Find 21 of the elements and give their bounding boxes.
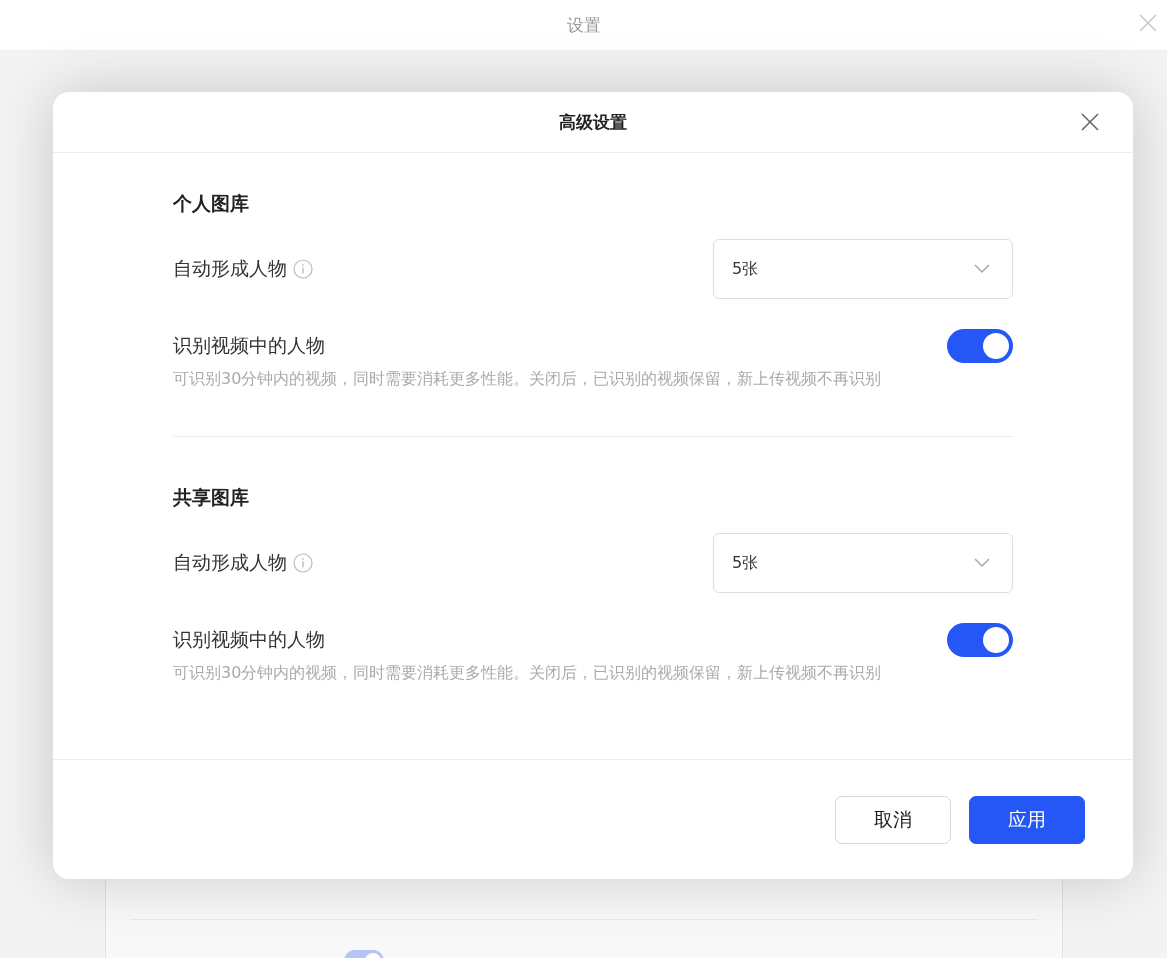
apply-button[interactable]: 应用	[969, 795, 1085, 844]
cancel-button[interactable]: 取消	[835, 795, 951, 844]
window-title: 设置	[566, 13, 601, 37]
setting-label: 自动形成人物	[173, 256, 287, 281]
section-title: 个人图库	[173, 191, 250, 216]
setting-description: 可识别30分钟内的视频，同时需要消耗更多性能。关闭后，已识别的视频保留，新上传视频不再识别	[173, 663, 883, 684]
dropdown[interactable]: 5张	[713, 533, 1013, 593]
setting-label: 识别视频中的人物	[173, 333, 325, 358]
setting-label: 自动形成人物	[173, 550, 287, 575]
section-title: 共享图库	[173, 485, 250, 510]
caret-icon	[974, 558, 990, 568]
dialog-title: 高级设置	[559, 110, 627, 134]
setting-description: 可识别30分钟内的视频，同时需要消耗更多性能。关闭后，已识别的视频保留，新上传视频不再识别	[173, 369, 883, 390]
caret-icon	[974, 264, 990, 274]
dropdown[interactable]: 5张	[713, 239, 1013, 299]
setting-label: 识别视频中的人物	[173, 627, 325, 652]
toggle-switch[interactable]	[947, 623, 1013, 657]
toggle-switch[interactable]	[947, 329, 1013, 363]
info-icon[interactable]	[293, 259, 313, 279]
info-icon[interactable]	[293, 553, 313, 573]
close-icon[interactable]	[1081, 113, 1099, 131]
